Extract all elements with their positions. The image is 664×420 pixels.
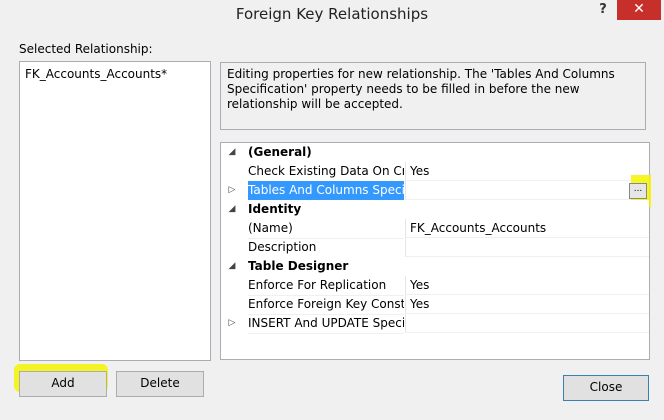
- expand-icon[interactable]: ▷: [221, 314, 243, 333]
- delete-button-label: Delete: [140, 376, 180, 390]
- property-value[interactable]: [405, 238, 649, 257]
- collapse-icon[interactable]: ◢: [221, 257, 243, 276]
- help-button[interactable]: ?: [594, 2, 612, 20]
- title-bar: Foreign Key Relationships ? ✕: [0, 0, 664, 28]
- property-value[interactable]: [405, 314, 649, 333]
- category-label: Table Designer: [248, 259, 349, 273]
- add-button[interactable]: Add: [19, 371, 107, 397]
- property-value[interactable]: FK_Accounts_Accounts: [405, 219, 649, 238]
- property-name: Description: [248, 238, 404, 258]
- collapse-icon[interactable]: ◢: [221, 200, 243, 219]
- property-row-check-existing[interactable]: Check Existing Data On Creati Yes: [221, 162, 649, 182]
- property-name: Tables And Columns Specific: [248, 181, 404, 201]
- property-name: Check Existing Data On Creati: [248, 162, 404, 182]
- property-row-enforce-fk[interactable]: Enforce Foreign Key Constrair Yes: [221, 295, 649, 315]
- category-label: (General): [248, 145, 312, 159]
- category-general[interactable]: ◢ (General): [221, 143, 649, 162]
- selected-relationship-label: Selected Relationship:: [19, 42, 153, 56]
- relationship-list[interactable]: FK_Accounts_Accounts*: [19, 61, 211, 361]
- property-row-tables-and-columns[interactable]: ▷ Tables And Columns Specific ...: [221, 175, 651, 207]
- property-value[interactable]: ...: [405, 175, 651, 207]
- property-row-name[interactable]: (Name) FK_Accounts_Accounts: [221, 219, 649, 239]
- property-row-insert-update[interactable]: ▷ INSERT And UPDATE Specific: [221, 314, 649, 334]
- close-button[interactable]: Close: [563, 375, 649, 401]
- ellipsis-button[interactable]: ...: [629, 183, 647, 199]
- property-value[interactable]: Yes: [405, 295, 649, 314]
- property-grid[interactable]: ◢ (General) Check Existing Data On Creat…: [220, 142, 651, 360]
- property-name: Enforce For Replication: [248, 276, 404, 296]
- category-table-designer[interactable]: ◢ Table Designer: [221, 257, 649, 276]
- collapse-icon[interactable]: ◢: [221, 143, 243, 162]
- property-value[interactable]: Yes: [405, 276, 649, 295]
- add-button-label: Add: [51, 376, 75, 390]
- delete-button[interactable]: Delete: [116, 371, 204, 397]
- property-row-description[interactable]: Description: [221, 238, 649, 258]
- property-value[interactable]: Yes: [405, 162, 649, 181]
- property-name: (Name): [248, 219, 404, 239]
- info-message: Editing properties for new relationship.…: [220, 62, 646, 130]
- window-title: Foreign Key Relationships: [235, 5, 429, 23]
- property-name: Enforce Foreign Key Constrair: [248, 295, 404, 315]
- property-name: INSERT And UPDATE Specific: [248, 314, 404, 334]
- window-close-button[interactable]: ✕: [617, 0, 661, 20]
- expand-icon[interactable]: ▷: [221, 181, 243, 200]
- category-label: Identity: [248, 202, 302, 216]
- list-item[interactable]: FK_Accounts_Accounts*: [25, 67, 167, 81]
- category-identity[interactable]: ◢ Identity: [221, 200, 649, 219]
- close-button-label: Close: [589, 380, 623, 394]
- property-row-enforce-replication[interactable]: Enforce For Replication Yes: [221, 276, 649, 296]
